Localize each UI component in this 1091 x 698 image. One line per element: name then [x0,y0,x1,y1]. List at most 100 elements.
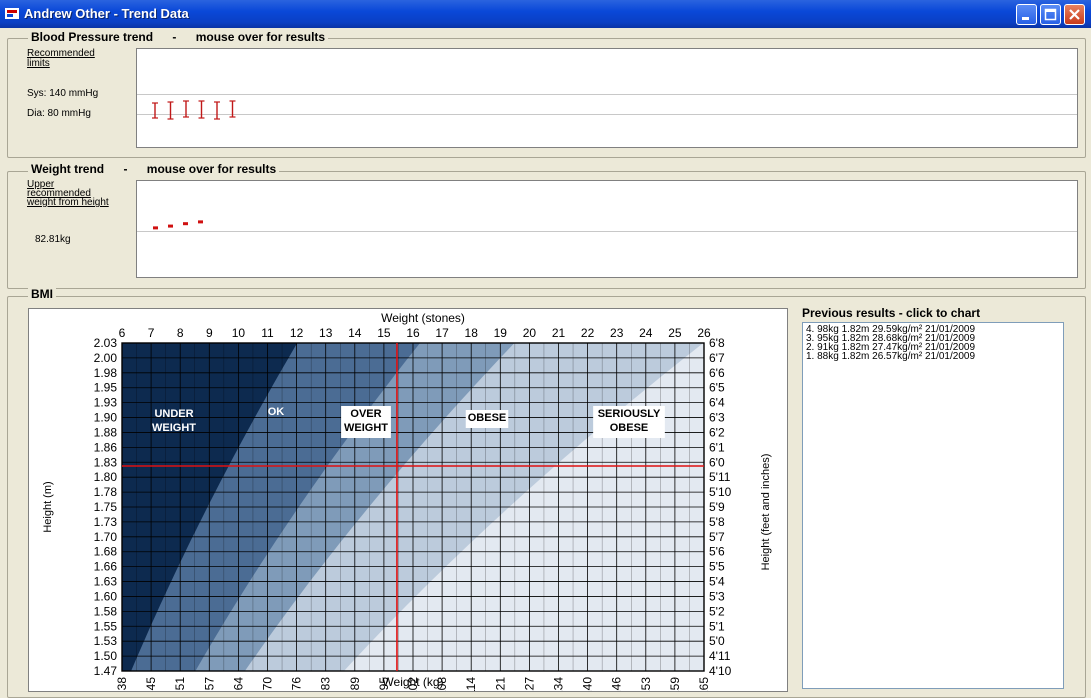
stones-tick-label: 23 [610,326,624,340]
feet-tick-label: 6'5 [709,381,725,395]
kg-tick-label: 89 [348,677,362,691]
kg-tick-label: 70 [261,677,275,691]
title-bar: Andrew Other - Trend Data [0,0,1091,28]
weight-reading [168,224,173,228]
height-tick-label: 1.60 [94,589,118,603]
height-tick-label: 1.50 [94,649,118,663]
height-tick-label: 1.58 [94,604,118,618]
kg-tick-label: 57 [202,677,216,691]
stones-tick-label: 9 [206,326,213,340]
stones-tick-label: 16 [406,326,420,340]
height-tick-label: 1.95 [94,381,118,395]
right-axis-title: Height (feet and inches) [760,454,772,571]
bp-sys-limit: Sys: 140 mmHg [27,88,99,99]
bmi-chart[interactable]: UNDER WEIGHT OK OVER WEIGHT OBESE SERIOUSLY OBE… [28,308,788,697]
kg-tick-label: 45 [144,677,158,691]
stones-tick-label: 25 [668,326,682,340]
height-tick-label: 1.47 [94,664,118,678]
close-button[interactable] [1064,4,1085,25]
stones-tick-label: 13 [319,326,333,340]
height-tick-label: 1.63 [94,575,118,589]
weight-reading [198,220,203,224]
bmi-band-label-text: WEIGHT [152,422,196,434]
feet-tick-label: 5'1 [709,619,725,633]
height-tick-label: 1.86 [94,440,118,454]
kg-tick-label: 165 [697,677,711,691]
bp-title: Blood Pressure trend [31,30,154,44]
x-axis-title: Weight (kg) [382,675,443,689]
weight-group-header: Weight trend - mouse over for results [28,162,280,176]
window-title: Andrew Other - Trend Data [24,6,189,21]
kg-tick-label: 38 [115,677,129,691]
height-tick-label: 2.03 [94,336,118,350]
weight-plot[interactable] [136,180,1078,278]
height-tick-label: 1.83 [94,455,118,469]
kg-tick-label: 114 [464,677,478,691]
stones-tick-label: 18 [465,326,479,340]
height-tick-label: 1.78 [94,485,118,499]
bp-dia-limit: Dia: 80 mmHg [27,108,91,119]
feet-tick-label: 5'0 [709,634,725,648]
kg-tick-label: 121 [493,677,507,691]
feet-tick-label: 6'6 [709,366,725,380]
weight-reading [153,226,158,230]
bp-reading [214,101,220,120]
bp-reading [198,100,205,119]
feet-tick-label: 6'7 [709,351,725,365]
height-tick-label: 1.55 [94,619,118,633]
feet-tick-label: 4'10 [709,664,732,678]
height-tick-label: 1.75 [94,500,118,514]
weight-upper-value: 82.81kg [35,234,71,245]
weight-readings[interactable] [137,181,1077,277]
feet-tick-label: 6'4 [709,396,725,410]
kg-tick-label: 51 [173,677,187,691]
kg-tick-label: 127 [522,677,536,691]
stones-tick-label: 22 [581,326,595,340]
feet-tick-label: 5'11 [709,470,731,484]
stones-tick-label: 24 [639,326,653,340]
stones-tick-label: 21 [552,326,566,340]
bmi-band-label-text: OK [268,406,285,418]
bmi-chart-svg[interactable]: UNDER WEIGHT OK OVER WEIGHT OBESE SERIOUSLY OBE… [29,309,787,697]
bp-reading [229,100,236,118]
app-icon [5,8,19,19]
minimize-button[interactable] [1016,4,1037,25]
result-item[interactable]: 1. 88kg 1.82m 26.57kg/m² 21/01/2009 [806,352,1063,362]
previous-results-list[interactable]: 4. 98kg 1.82m 29.59kg/m² 21/01/2009 3. 9… [802,322,1064,689]
feet-tick-label: 4'11 [709,649,731,663]
stones-tick-label: 19 [494,326,508,340]
bp-dash: - [172,30,177,44]
stones-tick-label: 11 [261,326,274,340]
bmi-band-label: OBESE [465,410,509,428]
bmi-title: BMI [28,287,56,301]
stones-tick-label: 6 [119,326,126,340]
bmi-band-label-text: WEIGHT [344,422,388,434]
maximize-button[interactable] [1040,4,1061,25]
bp-readings[interactable] [137,49,1077,147]
feet-tick-label: 5'8 [709,515,725,529]
stones-tick-label: 17 [435,326,449,340]
height-tick-label: 1.53 [94,634,118,648]
kg-tick-label: 159 [668,677,682,691]
height-tick-label: 1.66 [94,560,118,574]
height-tick-label: 2.00 [94,351,118,365]
kg-tick-label: 140 [581,677,595,691]
bmi-band-label: SERIOUSLY OBESE [593,406,665,438]
bmi-band-label-text: OBESE [468,412,507,424]
height-tick-label: 1.68 [94,545,118,559]
feet-tick-label: 5'4 [709,575,725,589]
stones-tick-label: 12 [290,326,304,340]
feet-tick-label: 5'10 [709,485,732,499]
feet-tick-label: 6'2 [709,425,725,439]
bmi-band-label-text: OBESE [610,422,649,434]
bmi-band-label: OK [268,406,285,418]
kg-tick-label: 76 [290,677,304,691]
height-tick-label: 1.70 [94,530,118,544]
weight-reading [183,222,188,226]
height-tick-label: 1.98 [94,366,118,380]
bp-group-header: Blood Pressure trend - mouse over for re… [28,30,329,44]
stones-tick-label: 15 [377,326,391,340]
bp-plot[interactable] [136,48,1078,148]
stones-tick-label: 8 [177,326,184,340]
maximize-icon [1044,8,1057,21]
